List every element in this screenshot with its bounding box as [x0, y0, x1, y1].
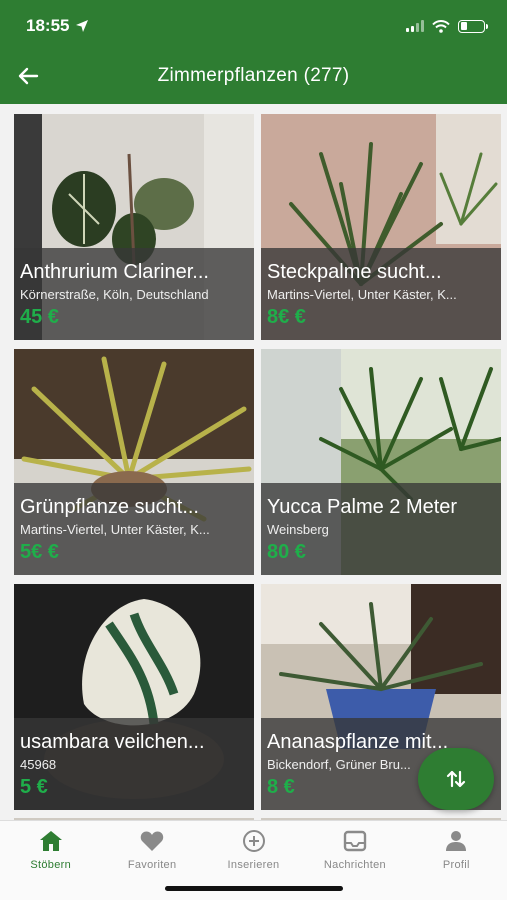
person-icon	[446, 831, 467, 851]
plus-circle-icon	[242, 830, 265, 852]
battery-icon	[458, 19, 488, 33]
listing-location: 45968	[20, 757, 57, 772]
listing-price: 5 €	[20, 776, 48, 798]
listing-price: 5€ €	[20, 541, 59, 563]
home-icon	[39, 831, 62, 851]
listing-location: Weinsberg	[267, 522, 329, 537]
listing-title: usambara veilchen...	[20, 731, 205, 753]
listing-card[interactable]: usambara veilchen... 45968 5 €	[14, 584, 254, 810]
page-title: Zimmerpflanzen (277)	[157, 65, 350, 86]
listing-location: Martins-Viertel, Unter Käster, K...	[267, 287, 457, 302]
listing-card[interactable]: Grünpflanze sucht... Martins-Viertel, Un…	[14, 349, 254, 575]
listing-title: Steckpalme sucht...	[267, 261, 442, 283]
wifi-icon	[432, 19, 450, 33]
status-bar: 18:55	[26, 14, 488, 38]
listing-title: Anthrurium Clariner...	[20, 261, 209, 283]
tab-profil[interactable]: Profil	[406, 821, 507, 900]
home-indicator	[165, 886, 343, 891]
inbox-icon	[343, 830, 367, 852]
listing-title: Grünpflanze sucht...	[20, 496, 199, 518]
heart-icon	[140, 831, 164, 851]
app-header: 18:55 Zimmerpflanzen (277)	[0, 0, 507, 104]
listing-card[interactable]: Steckpalme sucht... Martins-Viertel, Unt…	[261, 114, 501, 340]
listing-price: 80 €	[267, 541, 306, 563]
listing-title: Yucca Palme 2 Meter	[267, 496, 458, 518]
listing-grid: Anthrurium Clariner... Körnerstraße, Köl…	[0, 104, 507, 820]
cellular-signal-icon	[406, 20, 424, 32]
tab-label: Nachrichten	[323, 859, 386, 871]
back-arrow-icon[interactable]	[16, 64, 40, 88]
listing-price: 8€ €	[267, 306, 306, 328]
location-arrow-icon	[76, 20, 89, 32]
status-time: 18:55	[26, 16, 70, 35]
tab-label: Stöbern	[30, 859, 72, 871]
tab-label: Profil	[442, 859, 470, 871]
listing-location: Körnerstraße, Köln, Deutschland	[20, 287, 209, 302]
sort-button[interactable]	[418, 748, 494, 810]
tab-label: Inserieren	[227, 859, 280, 871]
listing-location: Martins-Viertel, Unter Käster, K...	[20, 522, 210, 537]
listing-price: 45 €	[20, 306, 59, 328]
sort-arrows-icon	[446, 770, 466, 788]
tab-stoebern[interactable]: Stöbern	[0, 821, 101, 900]
tab-label: Favoriten	[127, 859, 177, 871]
listing-card[interactable]: Yucca Palme 2 Meter Weinsberg 80 €	[261, 349, 501, 575]
listing-card[interactable]: Anthrurium Clariner... Körnerstraße, Köl…	[14, 114, 254, 340]
